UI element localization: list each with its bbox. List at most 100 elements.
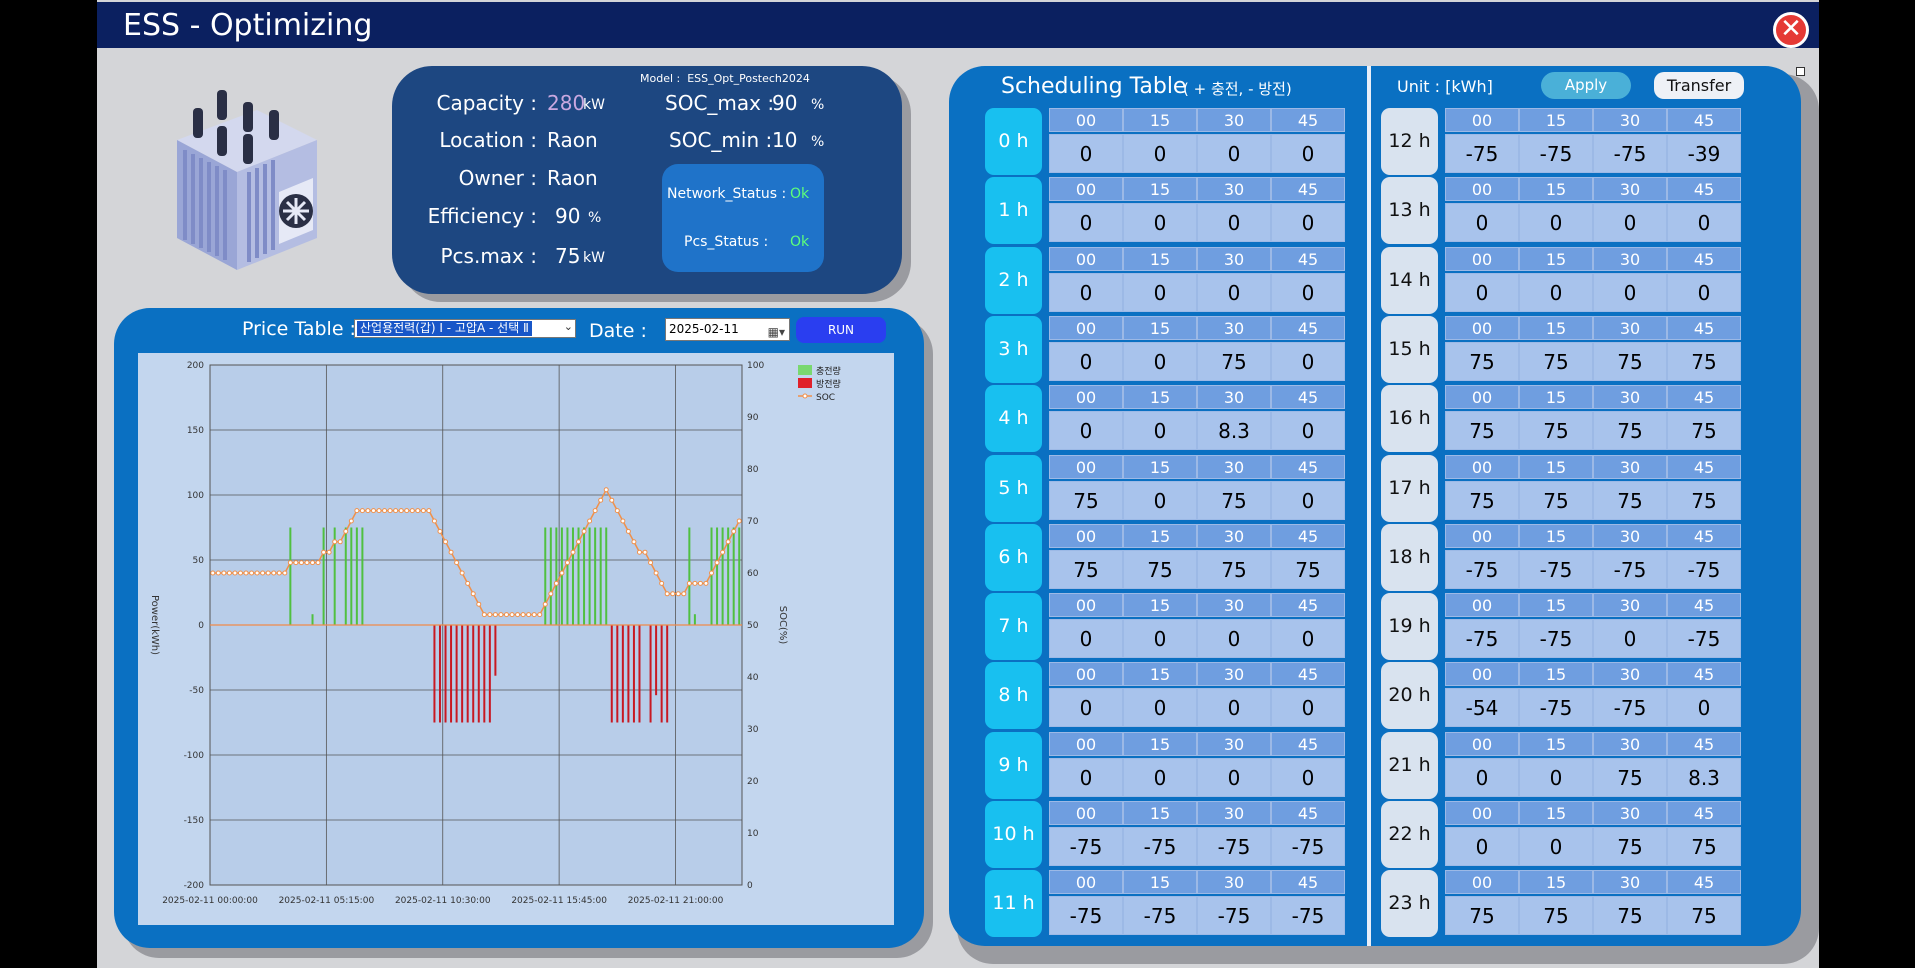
schedule-value-cell[interactable]: 0 bbox=[1049, 411, 1123, 451]
schedule-value-cell[interactable]: 0 bbox=[1123, 134, 1197, 173]
schedule-value-cell[interactable]: -75 bbox=[1667, 619, 1741, 659]
schedule-value-cell[interactable]: 8.3 bbox=[1667, 757, 1741, 797]
schedule-value-cell[interactable]: -75 bbox=[1197, 896, 1271, 936]
schedule-value-cell[interactable]: -75 bbox=[1049, 896, 1123, 936]
schedule-value-cell[interactable]: 0 bbox=[1445, 757, 1519, 797]
schedule-value-cell[interactable]: 75 bbox=[1593, 341, 1667, 381]
schedule-value-cell[interactable]: -75 bbox=[1667, 549, 1741, 589]
schedule-value-cell[interactable]: 0 bbox=[1197, 203, 1271, 243]
schedule-value-cell[interactable]: 75 bbox=[1445, 896, 1519, 936]
schedule-value-cell[interactable]: 0 bbox=[1123, 619, 1197, 659]
chevron-down-icon[interactable]: ⌄ bbox=[564, 320, 573, 333]
schedule-value-cell[interactable]: 75 bbox=[1593, 896, 1667, 936]
schedule-value-cell[interactable]: 0 bbox=[1197, 757, 1271, 797]
schedule-value-cell[interactable]: 0 bbox=[1271, 480, 1345, 520]
schedule-value-cell[interactable]: 75 bbox=[1197, 341, 1271, 381]
schedule-value-cell[interactable]: 0 bbox=[1271, 688, 1345, 728]
transfer-button[interactable]: Transfer bbox=[1654, 72, 1744, 99]
schedule-value-cell[interactable]: 75 bbox=[1445, 341, 1519, 381]
schedule-value-cell[interactable]: 0 bbox=[1123, 411, 1197, 451]
schedule-value-cell[interactable]: 75 bbox=[1445, 480, 1519, 520]
run-button[interactable]: RUN bbox=[796, 317, 886, 343]
schedule-value-cell[interactable]: -75 bbox=[1445, 619, 1519, 659]
schedule-value-cell[interactable]: 0 bbox=[1271, 757, 1345, 797]
schedule-value-cell[interactable]: 0 bbox=[1271, 619, 1345, 659]
schedule-value-cell[interactable]: -75 bbox=[1519, 134, 1593, 173]
schedule-value-cell[interactable]: -75 bbox=[1123, 896, 1197, 936]
schedule-value-cell[interactable]: 75 bbox=[1271, 549, 1345, 589]
schedule-value-cell[interactable]: -75 bbox=[1593, 549, 1667, 589]
schedule-value-cell[interactable]: -75 bbox=[1049, 827, 1123, 866]
schedule-value-cell[interactable]: 0 bbox=[1445, 827, 1519, 866]
schedule-value-cell[interactable]: 0 bbox=[1197, 619, 1271, 659]
schedule-value-cell[interactable]: 0 bbox=[1049, 688, 1123, 728]
schedule-value-cell[interactable]: -75 bbox=[1593, 134, 1667, 173]
schedule-value-cell[interactable]: 75 bbox=[1519, 411, 1593, 451]
schedule-value-cell[interactable]: 0 bbox=[1123, 480, 1197, 520]
schedule-value-cell[interactable]: -75 bbox=[1519, 549, 1593, 589]
schedule-value-cell[interactable]: 0 bbox=[1593, 619, 1667, 659]
schedule-value-cell[interactable]: 0 bbox=[1519, 757, 1593, 797]
schedule-value-cell[interactable]: -75 bbox=[1445, 134, 1519, 173]
schedule-value-cell[interactable]: 0 bbox=[1197, 688, 1271, 728]
schedule-value-cell[interactable]: 75 bbox=[1445, 411, 1519, 451]
calendar-icon[interactable]: ▦▾ bbox=[768, 322, 785, 343]
schedule-value-cell[interactable]: 75 bbox=[1667, 341, 1741, 381]
schedule-value-cell[interactable]: 0 bbox=[1271, 411, 1345, 451]
schedule-value-cell[interactable]: 0 bbox=[1049, 272, 1123, 312]
schedule-value-cell[interactable]: -39 bbox=[1667, 134, 1741, 173]
schedule-value-cell[interactable]: 0 bbox=[1123, 757, 1197, 797]
schedule-value-cell[interactable]: 0 bbox=[1667, 203, 1741, 243]
schedule-value-cell[interactable]: 75 bbox=[1593, 411, 1667, 451]
schedule-value-cell[interactable]: -75 bbox=[1271, 827, 1345, 866]
schedule-value-cell[interactable]: 0 bbox=[1197, 272, 1271, 312]
schedule-value-cell[interactable]: 0 bbox=[1123, 203, 1197, 243]
schedule-value-cell[interactable]: 75 bbox=[1197, 549, 1271, 589]
restore-icon[interactable] bbox=[1796, 67, 1805, 76]
schedule-value-cell[interactable]: 75 bbox=[1049, 480, 1123, 520]
schedule-value-cell[interactable]: -75 bbox=[1271, 896, 1345, 936]
schedule-value-cell[interactable]: 75 bbox=[1667, 827, 1741, 866]
schedule-value-cell[interactable]: 75 bbox=[1049, 549, 1123, 589]
schedule-value-cell[interactable]: 0 bbox=[1271, 203, 1345, 243]
schedule-value-cell[interactable]: 0 bbox=[1519, 203, 1593, 243]
schedule-value-cell[interactable]: -75 bbox=[1197, 827, 1271, 866]
price-table-select[interactable]: 산업용전력(갑) Ⅰ - 고압A - 선택 Ⅱ ⌄ bbox=[354, 319, 576, 338]
schedule-value-cell[interactable]: 75 bbox=[1667, 480, 1741, 520]
schedule-value-cell[interactable]: 8.3 bbox=[1197, 411, 1271, 451]
close-icon[interactable]: ✕ bbox=[1773, 12, 1809, 48]
schedule-value-cell[interactable]: -75 bbox=[1519, 688, 1593, 728]
schedule-value-cell[interactable]: 0 bbox=[1049, 619, 1123, 659]
schedule-value-cell[interactable]: -54 bbox=[1445, 688, 1519, 728]
schedule-value-cell[interactable]: -75 bbox=[1445, 549, 1519, 589]
schedule-value-cell[interactable]: 75 bbox=[1593, 480, 1667, 520]
schedule-value-cell[interactable]: 0 bbox=[1519, 827, 1593, 866]
schedule-value-cell[interactable]: 75 bbox=[1123, 549, 1197, 589]
schedule-value-cell[interactable]: 0 bbox=[1271, 134, 1345, 173]
schedule-value-cell[interactable]: 0 bbox=[1123, 272, 1197, 312]
schedule-value-cell[interactable]: 0 bbox=[1049, 203, 1123, 243]
schedule-value-cell[interactable]: 0 bbox=[1593, 272, 1667, 312]
schedule-value-cell[interactable]: -75 bbox=[1123, 827, 1197, 866]
schedule-value-cell[interactable]: 0 bbox=[1123, 341, 1197, 381]
schedule-value-cell[interactable]: 0 bbox=[1271, 272, 1345, 312]
schedule-value-cell[interactable]: 75 bbox=[1197, 480, 1271, 520]
date-input[interactable]: 2025-02-11 ▦▾ bbox=[665, 318, 790, 341]
schedule-value-cell[interactable]: 0 bbox=[1445, 203, 1519, 243]
schedule-value-cell[interactable]: 75 bbox=[1667, 411, 1741, 451]
schedule-value-cell[interactable]: 0 bbox=[1049, 757, 1123, 797]
schedule-value-cell[interactable]: -75 bbox=[1519, 619, 1593, 659]
schedule-value-cell[interactable]: 0 bbox=[1519, 272, 1593, 312]
schedule-value-cell[interactable]: 0 bbox=[1445, 272, 1519, 312]
schedule-value-cell[interactable]: 0 bbox=[1123, 688, 1197, 728]
schedule-value-cell[interactable]: 0 bbox=[1049, 134, 1123, 173]
schedule-value-cell[interactable]: 0 bbox=[1667, 688, 1741, 728]
apply-button[interactable]: Apply bbox=[1541, 72, 1631, 99]
schedule-value-cell[interactable]: 0 bbox=[1271, 341, 1345, 381]
schedule-value-cell[interactable]: 0 bbox=[1197, 134, 1271, 173]
schedule-value-cell[interactable]: -75 bbox=[1593, 688, 1667, 728]
schedule-value-cell[interactable]: 75 bbox=[1667, 896, 1741, 936]
schedule-value-cell[interactable]: 75 bbox=[1593, 757, 1667, 797]
schedule-value-cell[interactable]: 75 bbox=[1519, 480, 1593, 520]
schedule-value-cell[interactable]: 75 bbox=[1519, 341, 1593, 381]
